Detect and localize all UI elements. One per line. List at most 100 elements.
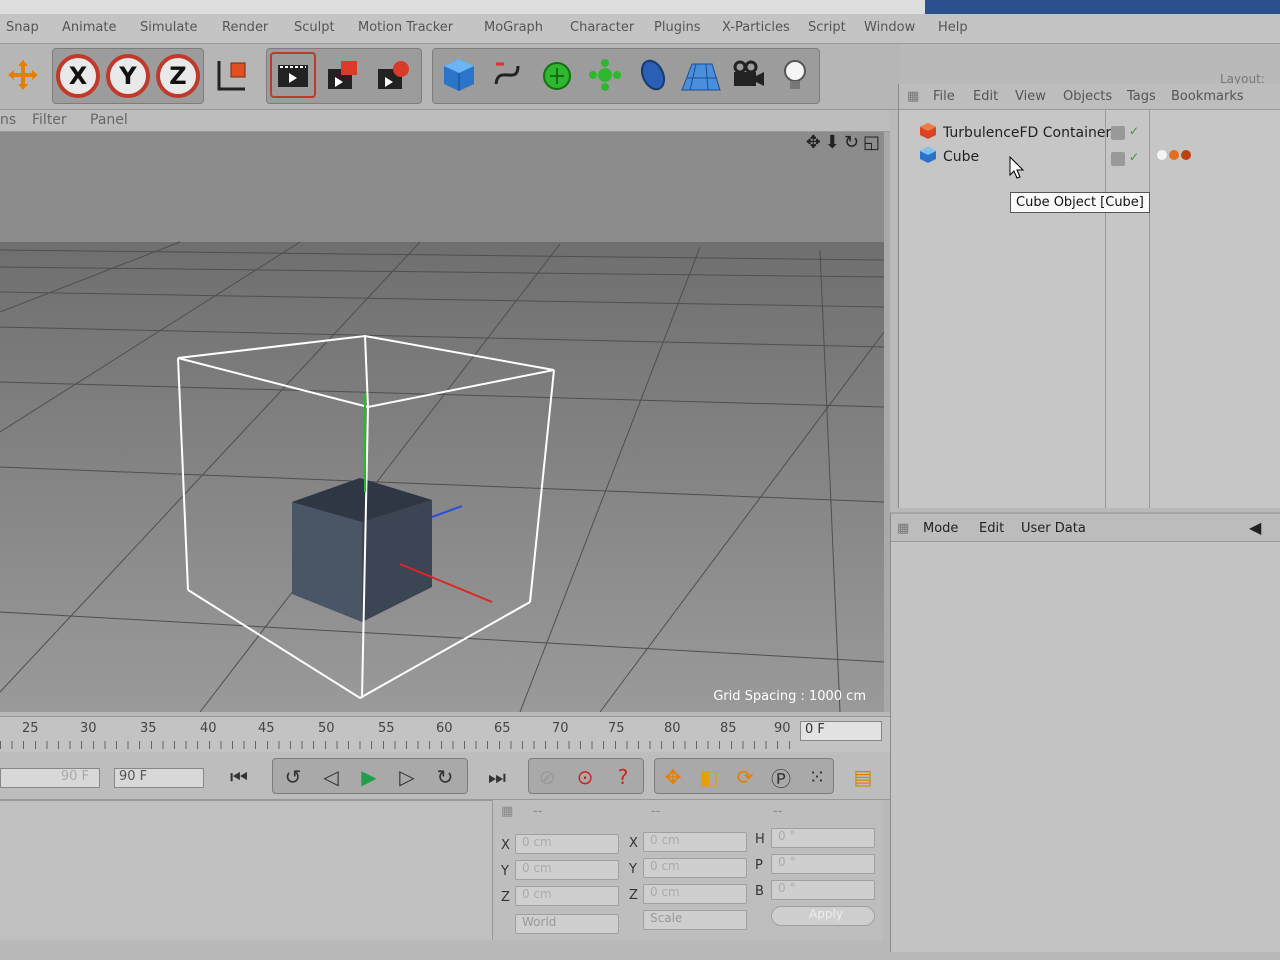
- menu-x-particles[interactable]: X-Particles: [722, 20, 790, 35]
- timeline-tick: 40: [200, 721, 217, 736]
- size-mode-select[interactable]: Scale: [643, 910, 747, 930]
- cube-primitive-icon[interactable]: [436, 52, 482, 98]
- toggle-layout-icon[interactable]: ◱: [863, 132, 880, 153]
- menu-character[interactable]: Character: [570, 20, 634, 35]
- autokey-icon[interactable]: ⊙: [568, 760, 602, 794]
- om-menu-view[interactable]: View: [1015, 89, 1046, 104]
- menu-mograph[interactable]: MoGraph: [484, 20, 543, 35]
- cloner-icon[interactable]: [582, 52, 628, 98]
- pan-icon[interactable]: ✥: [806, 132, 821, 153]
- object-row-cube[interactable]: Cube: [919, 146, 979, 168]
- visibility-toggle[interactable]: [1111, 152, 1125, 166]
- floor-icon[interactable]: [678, 52, 724, 98]
- mouse-cursor-icon: [1009, 156, 1025, 179]
- pos-y-field[interactable]: 0 cm: [515, 860, 619, 880]
- am-menu-edit[interactable]: Edit: [979, 521, 1004, 536]
- object-tags[interactable]: [1157, 150, 1191, 160]
- timeline-tick: 25: [22, 721, 39, 736]
- camera-icon[interactable]: [726, 52, 772, 98]
- menu-simulate[interactable]: Simulate: [140, 20, 197, 35]
- menu-sculpt[interactable]: Sculpt: [294, 20, 335, 35]
- z-axis-icon[interactable]: Z: [156, 54, 200, 98]
- timeline-tick: 90: [774, 721, 791, 736]
- rot-p-field[interactable]: 0 °: [771, 854, 875, 874]
- point-level-key-icon[interactable]: ⁙: [800, 760, 834, 794]
- go-to-end-icon[interactable]: ⏭: [480, 760, 514, 794]
- pos-x-field[interactable]: 0 cm: [515, 834, 619, 854]
- om-menu-objects[interactable]: Objects: [1063, 89, 1112, 104]
- keyframe-selection-icon[interactable]: ?: [606, 760, 640, 794]
- next-key-icon[interactable]: ↻: [428, 760, 462, 794]
- menu-plugins[interactable]: Plugins: [654, 20, 701, 35]
- tag-icon[interactable]: [1181, 150, 1191, 160]
- om-menu-bookmarks[interactable]: Bookmarks: [1171, 89, 1244, 104]
- 3d-viewport[interactable]: ✥ ⬇ ↻ ◱ Grid Spacing: 1000 cm: [0, 132, 890, 712]
- viewport-menu-partial[interactable]: ns: [0, 112, 16, 128]
- pos-z-field[interactable]: 0 cm: [515, 886, 619, 906]
- move-icon[interactable]: [0, 52, 46, 98]
- render-settings-icon[interactable]: [370, 52, 416, 98]
- rotation-key-icon[interactable]: ⟳: [728, 760, 762, 794]
- position-key-icon[interactable]: ✥: [656, 760, 690, 794]
- viewport-menu-panel[interactable]: Panel: [90, 112, 128, 128]
- spline-pen-icon[interactable]: [484, 52, 530, 98]
- menu-animate[interactable]: Animate: [62, 20, 116, 35]
- tag-icon[interactable]: [1169, 150, 1179, 160]
- enabled-check-icon[interactable]: ✓: [1129, 124, 1139, 138]
- play-icon[interactable]: ▶: [352, 760, 386, 794]
- grid-spacing-label: Grid Spacing : 1000 cm: [713, 689, 866, 704]
- render-view-icon[interactable]: [270, 52, 316, 98]
- object-manager-menubar: ▦ File Edit View Objects Tags Bookmarks: [899, 84, 1280, 110]
- zoom-icon[interactable]: ⬇: [825, 132, 840, 153]
- deformer-icon[interactable]: [630, 52, 676, 98]
- menu-motion-tracker[interactable]: Motion Tracker: [358, 20, 453, 35]
- min-frame-field[interactable]: 90 F: [0, 768, 100, 788]
- render-region-icon[interactable]: [320, 52, 366, 98]
- rot-b-field[interactable]: 0 °: [771, 880, 875, 900]
- menu-help[interactable]: Help: [938, 20, 968, 35]
- menu-script[interactable]: Script: [808, 20, 846, 35]
- step-back-icon[interactable]: ◁: [314, 760, 348, 794]
- am-menu-mode[interactable]: Mode: [923, 521, 958, 536]
- rot-h-field[interactable]: 0 °: [771, 828, 875, 848]
- timeline-tick: 60: [436, 721, 453, 736]
- go-to-start-icon[interactable]: ⏮: [222, 760, 256, 794]
- light-icon[interactable]: [772, 52, 818, 98]
- timeline-window-icon[interactable]: ▤: [846, 760, 880, 794]
- size-x-label: X: [629, 836, 638, 851]
- object-row-turbulencefd[interactable]: TurbulenceFD Container: [919, 122, 1111, 144]
- max-frame-field[interactable]: 90 F: [114, 768, 204, 788]
- viewport-menu-filter[interactable]: Filter: [32, 112, 67, 128]
- om-menu-file[interactable]: File: [933, 89, 955, 104]
- om-menu-edit[interactable]: Edit: [973, 89, 998, 104]
- coords-grip-icon: ▦: [501, 804, 514, 819]
- timeline-ruler[interactable]: 25 30 35 40 45 50 55 60 65 70 75 80 85 9…: [0, 716, 890, 752]
- back-arrow-icon[interactable]: ◀: [1249, 518, 1261, 537]
- parameter-key-icon[interactable]: Ⓟ: [764, 760, 798, 794]
- y-axis-icon[interactable]: Y: [106, 54, 150, 98]
- visibility-toggle[interactable]: [1111, 126, 1125, 140]
- step-forward-icon[interactable]: ▷: [390, 760, 424, 794]
- subdivision-icon[interactable]: [534, 52, 580, 98]
- previous-key-icon[interactable]: ↺: [276, 760, 310, 794]
- rotate-icon[interactable]: ↻: [844, 132, 859, 153]
- coord-system-select[interactable]: World: [515, 914, 619, 934]
- size-z-field[interactable]: 0 cm: [643, 884, 747, 904]
- coordinate-system-icon[interactable]: [206, 52, 252, 98]
- apply-button[interactable]: Apply: [771, 906, 875, 926]
- enabled-check-icon[interactable]: ✓: [1129, 150, 1139, 164]
- current-frame-field[interactable]: 0 F: [800, 721, 882, 741]
- viewport-scene: [0, 132, 884, 712]
- tag-icon[interactable]: [1157, 150, 1167, 160]
- menu-snap[interactable]: Snap: [6, 20, 39, 35]
- scale-key-icon[interactable]: ◧: [692, 760, 726, 794]
- size-x-field[interactable]: 0 cm: [643, 832, 747, 852]
- record-keyframe-icon[interactable]: ⊘: [530, 760, 564, 794]
- om-menu-tags[interactable]: Tags: [1127, 89, 1156, 104]
- x-axis-icon[interactable]: X: [56, 54, 100, 98]
- size-y-field[interactable]: 0 cm: [643, 858, 747, 878]
- am-menu-user-data[interactable]: User Data: [1021, 521, 1086, 536]
- menu-render[interactable]: Render: [222, 20, 268, 35]
- timeline-ticks-strip: [0, 741, 790, 749]
- menu-window[interactable]: Window: [864, 20, 915, 35]
